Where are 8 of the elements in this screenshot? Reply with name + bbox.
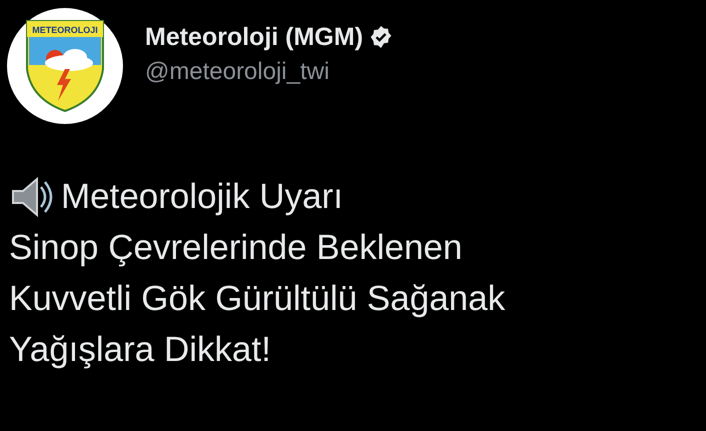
avatar[interactable]: METEOROLOJI xyxy=(7,8,123,124)
tweet-text-line: Sinop Çevrelerinde Beklenen xyxy=(9,228,462,268)
tweet-text-line: Kuvvetli Gök Gürültülü Sağanak xyxy=(9,278,506,318)
account-handle[interactable]: @meteoroloji_twi xyxy=(145,58,394,86)
tweet-text-line: Yağışlara Dikkat! xyxy=(9,330,271,370)
account-name[interactable]: Meteoroloji (MGM) xyxy=(145,22,364,52)
logo-text: METEOROLOJI xyxy=(32,25,98,35)
tweet-text-line: Meteorolojik Uyarı xyxy=(61,176,344,216)
